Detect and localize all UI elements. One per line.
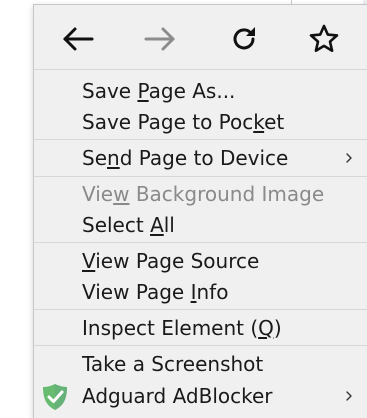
- context-menu-navigation: [34, 5, 367, 69]
- arrow-right-icon: [144, 27, 175, 51]
- star-icon: [309, 24, 339, 53]
- menu-item-label: Adguard AdBlocker: [82, 384, 273, 408]
- reload-button[interactable]: [224, 19, 264, 59]
- menu-separator: [34, 69, 367, 70]
- menu-item-adguard[interactable]: Adguard AdBlocker: [34, 381, 367, 411]
- menu-item-take-screenshot[interactable]: Take a Screenshot: [34, 349, 367, 379]
- chevron-right-icon: [346, 391, 352, 401]
- menu-item-view-page-info[interactable]: View Page Info: [34, 277, 367, 307]
- menu-separator: [34, 139, 367, 140]
- adguard-shield-icon: [43, 384, 67, 410]
- menu-item-label: Send Page to Device: [82, 146, 289, 170]
- menu-item-label: Save Page to Pocket: [82, 110, 285, 134]
- reload-icon: [233, 27, 255, 50]
- menu-item-label: Inspect Element (Q): [82, 316, 282, 340]
- menu-separator: [34, 176, 367, 177]
- back-button[interactable]: [58, 19, 98, 59]
- context-menu: Save Page As... Save Page to Pocket Send…: [33, 4, 367, 418]
- menu-separator: [34, 345, 367, 346]
- menu-item-save-page-as[interactable]: Save Page As...: [34, 76, 367, 106]
- chevron-right-icon: [346, 153, 352, 163]
- menu-item-view-background-image: View Background Image: [34, 179, 367, 209]
- menu-item-select-all[interactable]: Select All: [34, 210, 367, 240]
- menu-item-label: View Page Source: [82, 249, 260, 273]
- menu-separator: [34, 309, 367, 310]
- forward-button[interactable]: [140, 19, 180, 59]
- arrow-left-icon: [63, 27, 94, 51]
- menu-item-label: Save Page As...: [82, 79, 236, 103]
- menu-item-inspect-element[interactable]: Inspect Element (Q): [34, 313, 367, 343]
- menu-item-label: Take a Screenshot: [82, 352, 264, 376]
- menu-item-send-to-device[interactable]: Send Page to Device: [34, 143, 367, 173]
- menu-item-label: View Page Info: [82, 280, 229, 304]
- screen: Save Page As... Save Page to Pocket Send…: [0, 0, 367, 418]
- bookmark-button[interactable]: [304, 19, 344, 59]
- menu-separator: [34, 242, 367, 243]
- menu-item-label: Select All: [82, 213, 175, 237]
- menu-item-save-to-pocket[interactable]: Save Page to Pocket: [34, 107, 367, 137]
- menu-item-view-page-source[interactable]: View Page Source: [34, 246, 367, 276]
- menu-item-label: View Background Image: [82, 182, 325, 206]
